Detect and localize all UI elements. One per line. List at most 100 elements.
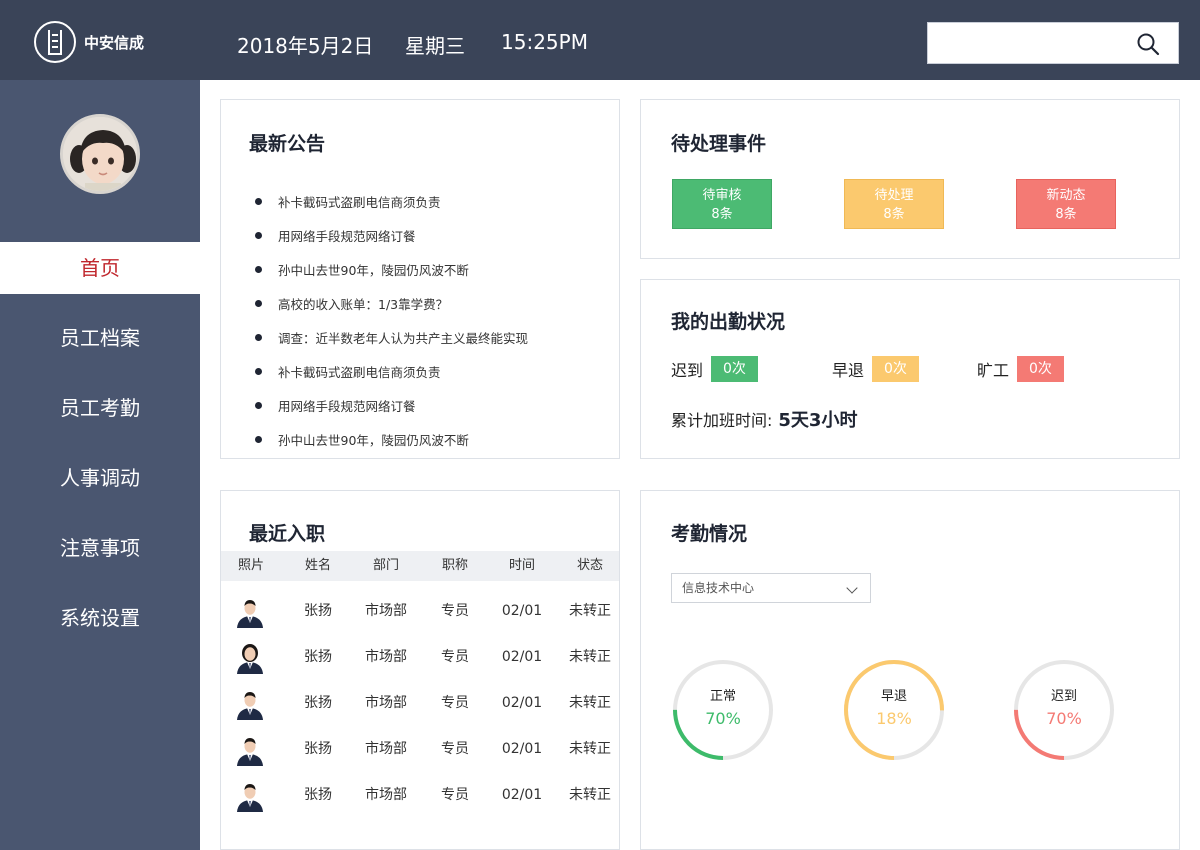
user-avatar[interactable] [60, 114, 140, 194]
header-date: 2018年5月2日 [237, 34, 374, 58]
recent-hires-title: 最近入职 [249, 523, 326, 545]
hire-department: 市场部 [365, 649, 407, 665]
brand-name: 中安信成 [84, 33, 145, 52]
notice-item[interactable]: 高校的收入账单：1/3靠学费？ [255, 286, 528, 320]
absent-stat: 旷工 0次 [977, 356, 1064, 382]
ring-label: 早退 [880, 689, 907, 704]
early-leave-ring-chart: 早退 18% [842, 658, 946, 762]
early-leave-stat: 早退 0次 [832, 356, 919, 382]
employee-photo [235, 734, 265, 766]
employee-photo [235, 596, 265, 628]
notices-list: 补卡截码式盗刷电信商须负责 用网络手段规范网络订餐 孙中山去世90年，陵园仍风波… [255, 184, 528, 456]
col-status: 状态 [576, 558, 603, 573]
table-row[interactable]: 张扬 市场部 专员 02/01 未转正 [221, 588, 619, 634]
pending-review-button[interactable]: 待审核 8条 [672, 179, 772, 229]
hire-department: 市场部 [365, 603, 407, 619]
overtime-total: 累计加班时间: 5天3小时 [671, 410, 858, 431]
nav-notices[interactable]: 注意事项 [0, 522, 200, 574]
my-attendance-card: 我的出勤状况 迟到 0次 早退 0次 旷工 0次 累计加班时间: 5天3小时 [640, 279, 1180, 459]
notice-item[interactable]: 用网络手段规范网络订餐 [255, 218, 528, 252]
hire-title: 专员 [441, 603, 469, 619]
col-name: 姓名 [304, 558, 331, 573]
hire-title: 专员 [441, 695, 469, 711]
hire-department: 市场部 [365, 787, 407, 803]
notices-card: 最新公告 补卡截码式盗刷电信商须负责 用网络手段规范网络订餐 孙中山去世90年，… [220, 99, 620, 459]
header-time: 15:25PM [501, 30, 588, 54]
notice-item[interactable]: 补卡截码式盗刷电信商须负责 [255, 354, 528, 388]
hire-department: 市场部 [365, 741, 407, 757]
hires-table-header: 照片 姓名 部门 职称 时间 状态 [221, 551, 619, 581]
notice-item[interactable]: 调查：近半数老年人认为共产主义最终能实现 [255, 320, 528, 354]
ring-value: 18% [876, 709, 912, 728]
department-select[interactable]: 信息技术中心 [671, 573, 871, 603]
brand-logo[interactable]: 中安信成 [34, 21, 144, 63]
ring-value: 70% [1046, 709, 1082, 728]
hire-status: 未转正 [569, 695, 611, 711]
nav-system-settings[interactable]: 系统设置 [0, 592, 200, 644]
hire-name: 张扬 [304, 741, 332, 757]
col-photo: 照片 [237, 558, 264, 573]
hire-date: 02/01 [501, 741, 543, 757]
notices-title: 最新公告 [249, 133, 326, 155]
late-badge: 0次 [711, 356, 758, 382]
hire-department: 市场部 [365, 695, 407, 711]
attendance-stats-card: 考勤情况 信息技术中心 正常 70% 早退 18% 迟到 70% [640, 490, 1180, 850]
normal-ring-chart: 正常 70% [671, 658, 775, 762]
nav-personnel-transfer[interactable]: 人事调动 [0, 452, 200, 504]
late-stat: 迟到 0次 [671, 356, 758, 382]
nav-employee-attendance[interactable]: 员工考勤 [0, 382, 200, 434]
late-ring-chart: 迟到 70% [1012, 658, 1116, 762]
hire-status: 未转正 [569, 787, 611, 803]
search-input[interactable] [928, 23, 1128, 63]
ring-label: 正常 [709, 689, 736, 704]
pending-card: 待处理事件 待审核 8条 待处理 8条 新动态 8条 [640, 99, 1180, 259]
hire-date: 02/01 [501, 603, 543, 619]
nav-employee-records[interactable]: 员工档案 [0, 312, 200, 364]
attendance-stats-title: 考勤情况 [671, 523, 748, 545]
hire-title: 专员 [441, 649, 469, 665]
header-weekday: 星期三 [405, 34, 465, 58]
col-title: 职称 [441, 558, 468, 573]
table-row[interactable]: 张扬 市场部 专员 02/01 未转正 [221, 726, 619, 772]
early-leave-badge: 0次 [872, 356, 919, 382]
employee-photo [235, 688, 265, 720]
top-header: 中安信成 2018年5月2日 星期三 15:25PM [0, 0, 1200, 80]
hire-date: 02/01 [501, 695, 543, 711]
notice-item[interactable]: 用网络手段规范网络订餐 [255, 388, 528, 422]
pending-title: 待处理事件 [671, 133, 767, 155]
overtime-value: 5天3小时 [778, 410, 858, 431]
hire-status: 未转正 [569, 603, 611, 619]
ring-value: 70% [705, 709, 741, 728]
hire-name: 张扬 [304, 695, 332, 711]
new-activity-button[interactable]: 新动态 8条 [1016, 179, 1116, 229]
table-row[interactable]: 张扬 市场部 专员 02/01 未转正 [221, 680, 619, 726]
sidebar: 首页 员工档案 员工考勤 人事调动 注意事项 系统设置 [0, 80, 200, 850]
hire-title: 专员 [441, 741, 469, 757]
employee-photo [235, 780, 265, 812]
table-row[interactable]: 张扬 市场部 专员 02/01 未转正 [221, 634, 619, 680]
brand-mark-icon [34, 21, 76, 63]
my-attendance-title: 我的出勤状况 [671, 311, 786, 333]
hire-status: 未转正 [569, 649, 611, 665]
col-date: 时间 [508, 558, 535, 573]
hire-name: 张扬 [304, 649, 332, 665]
hire-date: 02/01 [501, 649, 543, 665]
ring-label: 迟到 [1050, 689, 1077, 704]
col-department: 部门 [372, 558, 399, 573]
chevron-down-icon [846, 582, 858, 594]
notice-item[interactable]: 孙中山去世90年，陵园仍风波不断 [255, 422, 528, 456]
hire-name: 张扬 [304, 603, 332, 619]
absent-badge: 0次 [1017, 356, 1064, 382]
employee-photo [235, 642, 265, 674]
notice-item[interactable]: 孙中山去世90年，陵园仍风波不断 [255, 252, 528, 286]
search-icon[interactable] [1136, 32, 1160, 56]
recent-hires-card: 最近入职 照片 姓名 部门 职称 时间 状态 张扬 市场部 专员 02/01 未转正 张扬… [220, 490, 620, 850]
search-box [927, 22, 1179, 64]
hire-name: 张扬 [304, 787, 332, 803]
notice-item[interactable]: 补卡截码式盗刷电信商须负责 [255, 184, 528, 218]
hire-status: 未转正 [569, 741, 611, 757]
nav-home[interactable]: 首页 [0, 242, 200, 294]
pending-process-button[interactable]: 待处理 8条 [844, 179, 944, 229]
table-row[interactable]: 张扬 市场部 专员 02/01 未转正 [221, 772, 619, 818]
hire-title: 专员 [441, 787, 469, 803]
